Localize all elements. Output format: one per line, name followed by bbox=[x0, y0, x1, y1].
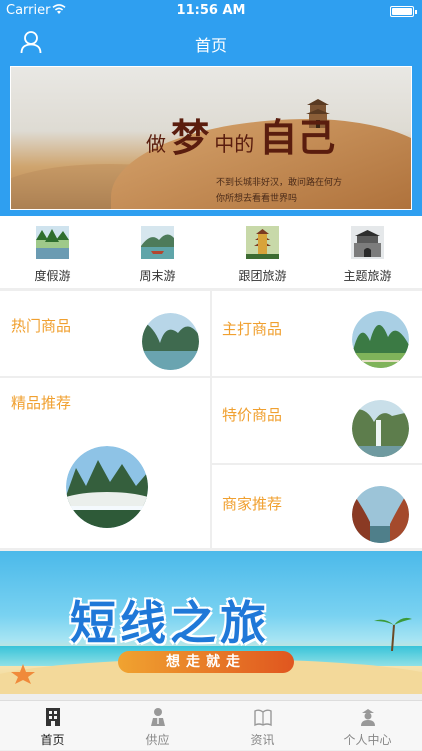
tab-label: 首页 bbox=[40, 733, 65, 747]
tab-label: 资讯 bbox=[250, 733, 275, 747]
category-grid: 度假游 周末游 跟团旅游 主题旅游 bbox=[0, 216, 422, 288]
banner-carousel[interactable]: 做 梦 中的 自己 不到长城非好汉，敢问路在何方 你所想去看看世界吗 bbox=[0, 62, 422, 216]
tab-bar: 首页 供应 资讯 个人中心 bbox=[0, 700, 422, 750]
tab-label: 供应 bbox=[145, 733, 170, 747]
slogan-part-4: 自己 bbox=[259, 115, 336, 160]
banner-subtitle-1: 不到长城非好汉，敢问路在何方 bbox=[216, 178, 343, 188]
special-offer-card[interactable]: 特价商品 bbox=[212, 378, 422, 463]
forest-lake-thumbnail bbox=[36, 226, 69, 259]
banner-subtitle-2: 你所想去看看世界吗 bbox=[216, 194, 298, 204]
category-label: 度假游 bbox=[34, 269, 71, 283]
merchant-recommend-card[interactable]: 商家推荐 bbox=[212, 465, 422, 548]
slogan-part-3: 中的 bbox=[214, 132, 255, 156]
starfish-icon bbox=[11, 664, 35, 684]
waterfall-cliff-image bbox=[352, 400, 409, 457]
gorge-river-image bbox=[142, 313, 199, 370]
page-title: 首页 bbox=[194, 36, 227, 55]
pagoda-thumbnail bbox=[246, 226, 279, 259]
category-label: 跟团旅游 bbox=[238, 269, 287, 283]
banner-slogan: 做 梦 中的 自己 bbox=[146, 107, 335, 162]
category-label: 主题旅游 bbox=[343, 269, 392, 283]
promo-tagline: 想走就走 bbox=[118, 651, 294, 673]
featured-products-label: 主打商品 bbox=[222, 320, 283, 338]
promo-headline: 短线之旅 bbox=[70, 596, 270, 650]
profile-icon bbox=[361, 709, 375, 726]
red-canyon-image bbox=[352, 486, 409, 543]
special-offer-label: 特价商品 bbox=[222, 406, 283, 424]
slogan-part-1: 做 bbox=[146, 132, 166, 156]
recommended-products-card[interactable]: 精品推荐 bbox=[0, 378, 210, 548]
tab-profile[interactable]: 个人中心 bbox=[315, 701, 420, 751]
river-boat-thumbnail bbox=[141, 226, 174, 259]
category-group-tour[interactable]: 跟团旅游 bbox=[210, 216, 315, 288]
battery-icon bbox=[390, 6, 417, 17]
slogan-part-2: 梦 bbox=[171, 115, 210, 160]
tab-news[interactable]: 资讯 bbox=[210, 701, 315, 751]
karst-mountain-image bbox=[352, 311, 409, 368]
hot-products-label: 热门商品 bbox=[11, 317, 72, 335]
palm-leaf-icon bbox=[374, 617, 412, 651]
home-building-icon bbox=[46, 708, 60, 726]
merchant-recommend-label: 商家推荐 bbox=[222, 495, 283, 513]
category-label: 周末游 bbox=[139, 269, 176, 283]
city-gate-thumbnail bbox=[351, 226, 384, 259]
supply-person-icon bbox=[151, 708, 165, 726]
category-theme-tour[interactable]: 主题旅游 bbox=[315, 216, 420, 288]
promo-banner[interactable]: 短线之旅 想走就走 bbox=[0, 551, 422, 694]
navigation-bar: 首页 bbox=[0, 22, 422, 62]
tab-supply[interactable]: 供应 bbox=[105, 701, 210, 751]
cloud-mountain-image bbox=[66, 446, 148, 528]
clock: 11:56 AM bbox=[176, 3, 246, 18]
tab-label: 个人中心 bbox=[343, 733, 392, 747]
hot-products-card[interactable]: 热门商品 bbox=[0, 291, 210, 376]
recommended-products-label: 精品推荐 bbox=[11, 394, 72, 412]
banner-image: 做 梦 中的 自己 不到长城非好汉，敢问路在何方 你所想去看看世界吗 bbox=[10, 66, 412, 210]
featured-products-card[interactable]: 主打商品 bbox=[212, 291, 422, 376]
status-bar: Carrier 11:56 AM bbox=[0, 0, 422, 22]
category-weekend[interactable]: 周末游 bbox=[105, 216, 210, 288]
news-book-icon bbox=[254, 709, 272, 727]
category-vacation[interactable]: 度假游 bbox=[0, 216, 105, 288]
tab-home[interactable]: 首页 bbox=[0, 701, 105, 751]
